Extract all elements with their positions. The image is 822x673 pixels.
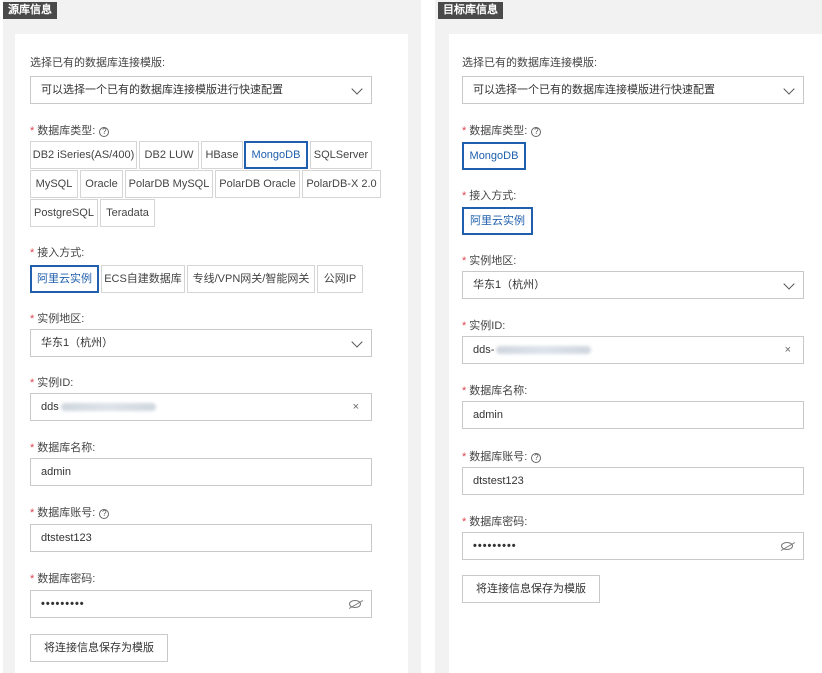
target-region-select[interactable]: 华东1（杭州）: [462, 271, 804, 299]
source-password-input[interactable]: •••••••••: [30, 590, 372, 618]
chevron-down-icon: [351, 336, 363, 348]
target-dbname-value: admin: [473, 409, 503, 421]
target-account-label: * 数据库账号:?: [462, 448, 542, 464]
help-icon[interactable]: ?: [99, 127, 110, 137]
source-panel-tag: 源库信息: [3, 2, 57, 19]
db-type-option-hbase[interactable]: HBase: [201, 141, 243, 169]
help-icon[interactable]: ?: [531, 453, 542, 463]
eye-hidden-icon[interactable]: [349, 600, 361, 608]
target-panel: 目标库信息 选择已有的数据库连接模版: 可以选择一个已有的数据库连接模版进行快速…: [435, 0, 822, 673]
target-account-input[interactable]: dtstest123: [462, 467, 804, 495]
target-instance-value: dds-: [473, 344, 495, 356]
access-option-vpn[interactable]: 专线/VPN网关/智能网关: [187, 265, 315, 293]
chevron-down-icon: [783, 83, 795, 95]
help-icon[interactable]: ?: [99, 509, 110, 519]
source-card: 选择已有的数据库连接模版: 可以选择一个已有的数据库连接模版进行快速配置 * 数据…: [15, 34, 408, 673]
db-type-option-sqlserver[interactable]: SQLServer: [310, 141, 372, 169]
target-password-value: •••••••••: [473, 540, 517, 552]
source-region-label: * 实例地区:: [30, 313, 85, 325]
target-db-type-mongodb[interactable]: MongoDB: [462, 142, 526, 170]
source-password-label: * 数据库密码:: [30, 573, 96, 585]
target-card: 选择已有的数据库连接模版: 可以选择一个已有的数据库连接模版进行快速配置 * 数据…: [449, 34, 822, 673]
access-option-aliyun-instance[interactable]: 阿里云实例: [30, 265, 99, 293]
source-account-value: dtstest123: [41, 532, 92, 544]
target-db-type-label: * 数据库类型:?: [462, 122, 542, 138]
db-type-option-oracle[interactable]: Oracle: [80, 170, 123, 198]
source-region-value: 华东1（杭州）: [41, 337, 114, 349]
source-instance-label: * 实例ID:: [30, 377, 74, 389]
db-type-option-db2-iseries[interactable]: DB2 iSeries(AS/400): [30, 141, 137, 169]
target-dbname-input[interactable]: admin: [462, 401, 804, 429]
clear-icon[interactable]: ×: [353, 394, 359, 420]
source-db-type-label: * 数据库类型:?: [30, 122, 110, 138]
redacted-instance-id: [496, 346, 592, 355]
target-region-label: * 实例地区:: [462, 255, 517, 267]
access-option-public-ip[interactable]: 公网IP: [317, 265, 363, 293]
chevron-down-icon: [351, 83, 363, 95]
db-type-option-polardb-x[interactable]: PolarDB-X 2.0: [302, 170, 381, 198]
source-dbname-input[interactable]: admin: [30, 458, 372, 486]
db-type-option-postgresql[interactable]: PostgreSQL: [30, 199, 98, 227]
source-template-select[interactable]: 可以选择一个已有的数据库连接模版进行快速配置: [30, 76, 372, 104]
source-template-placeholder: 可以选择一个已有的数据库连接模版进行快速配置: [41, 84, 283, 96]
eye-hidden-icon[interactable]: [781, 542, 793, 550]
target-region-value: 华东1（杭州）: [473, 279, 546, 291]
source-dbname-label: * 数据库名称:: [30, 442, 96, 454]
target-dbname-label: * 数据库名称:: [462, 385, 528, 397]
target-instance-label: * 实例ID:: [462, 320, 506, 332]
target-save-template-button[interactable]: 将连接信息保存为模版: [462, 575, 600, 603]
source-account-input[interactable]: dtstest123: [30, 524, 372, 552]
db-type-option-db2-luw[interactable]: DB2 LUW: [139, 141, 199, 169]
redacted-instance-id: [60, 403, 156, 412]
help-icon[interactable]: ?: [531, 127, 542, 137]
target-template-select[interactable]: 可以选择一个已有的数据库连接模版进行快速配置: [462, 76, 804, 104]
target-instance-input[interactable]: dds- ×: [462, 336, 804, 364]
source-access-label: * 接入方式:: [30, 247, 85, 259]
source-region-select[interactable]: 华东1（杭州）: [30, 329, 372, 357]
db-type-option-polardb-mysql[interactable]: PolarDB MySQL: [125, 170, 213, 198]
target-access-label: * 接入方式:: [462, 190, 517, 202]
source-panel: 源库信息 选择已有的数据库连接模版: 可以选择一个已有的数据库连接模版进行快速配…: [3, 0, 421, 673]
source-dbname-value: admin: [41, 466, 71, 478]
db-type-option-mongodb[interactable]: MongoDB: [244, 141, 308, 169]
access-option-ecs[interactable]: ECS自建数据库: [101, 265, 185, 293]
source-template-label: 选择已有的数据库连接模版:: [30, 57, 166, 69]
target-template-placeholder: 可以选择一个已有的数据库连接模版进行快速配置: [473, 84, 715, 96]
source-password-value: •••••••••: [41, 598, 85, 610]
db-type-option-mysql[interactable]: MySQL: [30, 170, 78, 198]
target-account-value: dtstest123: [473, 475, 524, 487]
db-type-option-teradata[interactable]: Teradata: [100, 199, 155, 227]
source-instance-input[interactable]: dds ×: [30, 393, 372, 421]
target-template-label: 选择已有的数据库连接模版:: [462, 57, 598, 69]
target-panel-tag: 目标库信息: [438, 2, 503, 19]
target-password-label: * 数据库密码:: [462, 516, 528, 528]
target-access-aliyun-instance[interactable]: 阿里云实例: [462, 207, 533, 235]
target-password-input[interactable]: •••••••••: [462, 532, 804, 560]
source-save-template-button[interactable]: 将连接信息保存为模版: [30, 634, 168, 662]
db-type-option-polardb-oracle[interactable]: PolarDB Oracle: [215, 170, 300, 198]
source-instance-value: dds: [41, 401, 59, 413]
clear-icon[interactable]: ×: [785, 337, 791, 363]
source-account-label: * 数据库账号:?: [30, 504, 110, 520]
chevron-down-icon: [783, 278, 795, 290]
